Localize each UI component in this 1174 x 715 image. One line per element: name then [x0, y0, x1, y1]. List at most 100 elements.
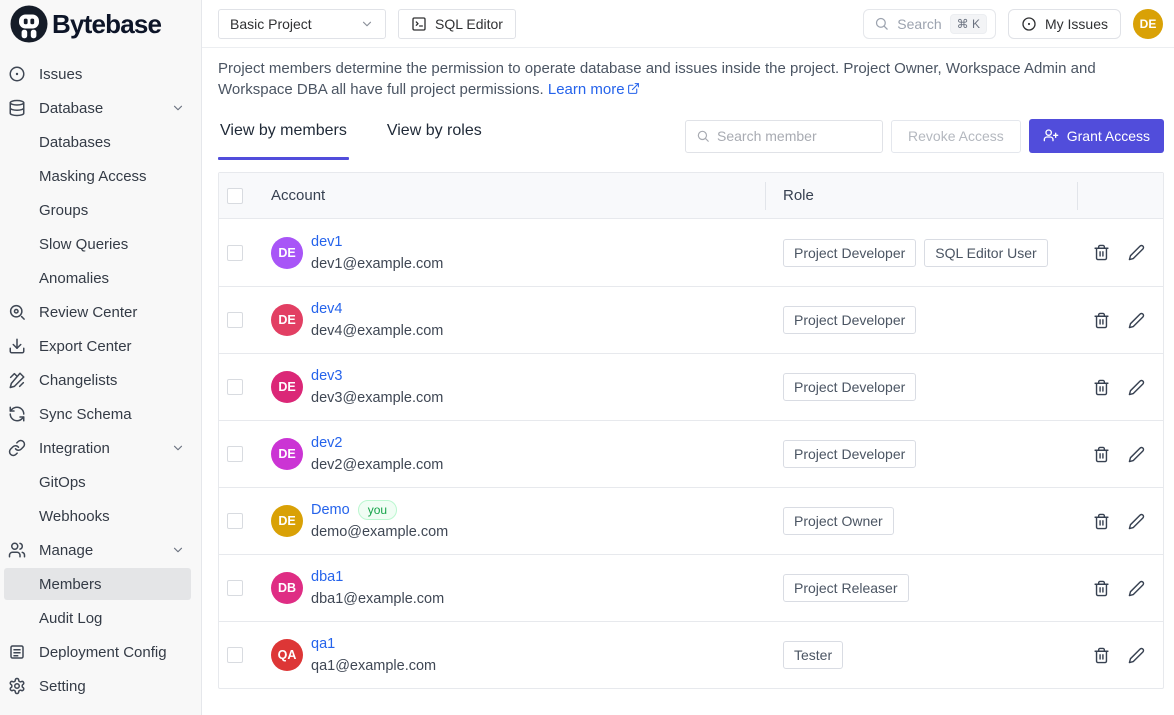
- sidebar-item-webhooks[interactable]: Webhooks: [4, 500, 191, 532]
- column-header-actions: [1077, 173, 1163, 218]
- actions-cell: [1077, 312, 1163, 329]
- members-table-body: DE dev1 dev1@example.com Project Develop…: [219, 219, 1163, 688]
- sidebar-item-label: Database: [39, 100, 103, 117]
- row-select-cell: [219, 580, 271, 596]
- member-name-link[interactable]: dba1: [311, 566, 343, 588]
- my-issues-button[interactable]: My Issues: [1008, 9, 1121, 39]
- sidebar-item-groups[interactable]: Groups: [4, 194, 191, 226]
- delete-member-button[interactable]: [1093, 513, 1110, 530]
- delete-member-button[interactable]: [1093, 446, 1110, 463]
- sidebar-item-sync-schema[interactable]: Sync Schema: [4, 398, 191, 430]
- row-checkbox[interactable]: [227, 312, 243, 328]
- member-name-link[interactable]: dev4: [311, 298, 342, 320]
- member-avatar: DE: [271, 304, 303, 336]
- sql-editor-button[interactable]: SQL Editor: [398, 9, 516, 39]
- edit-member-button[interactable]: [1128, 379, 1145, 396]
- edit-member-button[interactable]: [1128, 244, 1145, 261]
- sidebar-item-label: Manage: [39, 542, 93, 559]
- sidebar-item-changelists[interactable]: Changelists: [4, 364, 191, 396]
- toolbar-controls: Revoke Access Grant Access: [685, 119, 1164, 153]
- row-select-cell: [219, 245, 271, 261]
- app-root: Bytebase Issues Database Databases Maski…: [0, 0, 1174, 715]
- member-name-link[interactable]: Demo: [311, 499, 350, 521]
- member-row: DE dev4 dev4@example.com Project Develop…: [219, 286, 1163, 353]
- row-checkbox[interactable]: [227, 513, 243, 529]
- tab-view-by-roles[interactable]: View by roles: [385, 112, 484, 160]
- sidebar-item-deployment-config[interactable]: Deployment Config: [4, 636, 191, 668]
- row-select-cell: [219, 446, 271, 462]
- revoke-access-button[interactable]: Revoke Access: [891, 120, 1021, 153]
- sidebar-item-manage[interactable]: Manage: [4, 534, 191, 566]
- account-cell: DE dev2 dev2@example.com: [271, 421, 765, 487]
- select-all-checkbox[interactable]: [227, 188, 243, 204]
- row-checkbox[interactable]: [227, 379, 243, 395]
- project-select[interactable]: Basic Project: [218, 9, 386, 39]
- sidebar-item-anomalies[interactable]: Anomalies: [4, 262, 191, 294]
- role-badge: Project Releaser: [783, 574, 909, 602]
- chevron-down-icon: [171, 543, 185, 557]
- sidebar-item-databases[interactable]: Databases: [4, 126, 191, 158]
- sidebar-item-integration[interactable]: Integration: [4, 432, 191, 464]
- edit-member-button[interactable]: [1128, 647, 1145, 664]
- sidebar-item-gitops[interactable]: GitOps: [4, 466, 191, 498]
- row-checkbox[interactable]: [227, 580, 243, 596]
- grant-access-button[interactable]: Grant Access: [1029, 119, 1164, 153]
- tab-view-by-members[interactable]: View by members: [218, 112, 349, 160]
- account-cell: DE dev1 dev1@example.com: [271, 219, 765, 286]
- sidebar-item-label: Issues: [39, 66, 82, 83]
- delete-member-button[interactable]: [1093, 580, 1110, 597]
- member-row: DE dev1 dev1@example.com Project Develop…: [219, 219, 1163, 286]
- sidebar-item-review-center[interactable]: Review Center: [4, 296, 191, 328]
- role-badge: Project Developer: [783, 306, 916, 334]
- sidebar-item-slow-queries[interactable]: Slow Queries: [4, 228, 191, 260]
- member-name-link[interactable]: dev1: [311, 231, 342, 253]
- edit-member-button[interactable]: [1128, 580, 1145, 597]
- terminal-square-icon: [411, 16, 427, 32]
- global-search-button[interactable]: Search ⌘ K: [863, 9, 996, 39]
- circle-dot-icon: [8, 65, 26, 83]
- row-select-cell: [219, 312, 271, 328]
- download-icon: [8, 337, 26, 355]
- members-table-header: Account Role: [219, 173, 1163, 219]
- search-icon: [874, 16, 889, 31]
- user-avatar[interactable]: DE: [1133, 9, 1163, 39]
- role-cell: Project Developer: [765, 440, 1077, 468]
- actions-cell: [1077, 379, 1163, 396]
- row-checkbox[interactable]: [227, 647, 243, 663]
- row-checkbox[interactable]: [227, 245, 243, 261]
- sidebar-item-label: Review Center: [39, 304, 137, 321]
- brand-logo[interactable]: Bytebase: [0, 0, 201, 48]
- row-checkbox[interactable]: [227, 446, 243, 462]
- sidebar-item-issues[interactable]: Issues: [4, 58, 191, 90]
- member-email: demo@example.com: [311, 521, 448, 543]
- role-badge: SQL Editor User: [924, 239, 1047, 267]
- edit-member-button[interactable]: [1128, 312, 1145, 329]
- delete-member-button[interactable]: [1093, 647, 1110, 664]
- search-shortcut-kbd: ⌘ K: [950, 14, 987, 34]
- member-email: dev1@example.com: [311, 253, 443, 275]
- bytebase-mascot-icon: [9, 4, 49, 44]
- member-avatar: QA: [271, 639, 303, 671]
- member-name-link[interactable]: qa1: [311, 633, 335, 655]
- review-center-icon: [8, 303, 26, 321]
- sidebar-item-database[interactable]: Database: [4, 92, 191, 124]
- edit-member-button[interactable]: [1128, 513, 1145, 530]
- sidebar-item-members[interactable]: Members: [4, 568, 191, 600]
- member-name-link[interactable]: dev3: [311, 365, 342, 387]
- learn-more-link[interactable]: Learn more: [548, 81, 640, 98]
- account-cell: DB dba1 dba1@example.com: [271, 555, 765, 621]
- member-name-link[interactable]: dev2: [311, 432, 342, 454]
- delete-member-button[interactable]: [1093, 379, 1110, 396]
- sidebar-item-audit-log[interactable]: Audit Log: [4, 602, 191, 634]
- sidebar-item-setting[interactable]: Setting: [4, 670, 191, 702]
- member-search-input[interactable]: [717, 128, 872, 144]
- sidebar-item-export-center[interactable]: Export Center: [4, 330, 191, 362]
- role-badge: Tester: [783, 641, 843, 669]
- members-page: Project members determine the permission…: [202, 48, 1174, 689]
- sidebar-item-masking-access[interactable]: Masking Access: [4, 160, 191, 192]
- edit-member-button[interactable]: [1128, 446, 1145, 463]
- delete-member-button[interactable]: [1093, 244, 1110, 261]
- member-avatar: DE: [271, 438, 303, 470]
- delete-member-button[interactable]: [1093, 312, 1110, 329]
- sidebar-nav: Issues Database Databases Masking Access…: [0, 48, 201, 702]
